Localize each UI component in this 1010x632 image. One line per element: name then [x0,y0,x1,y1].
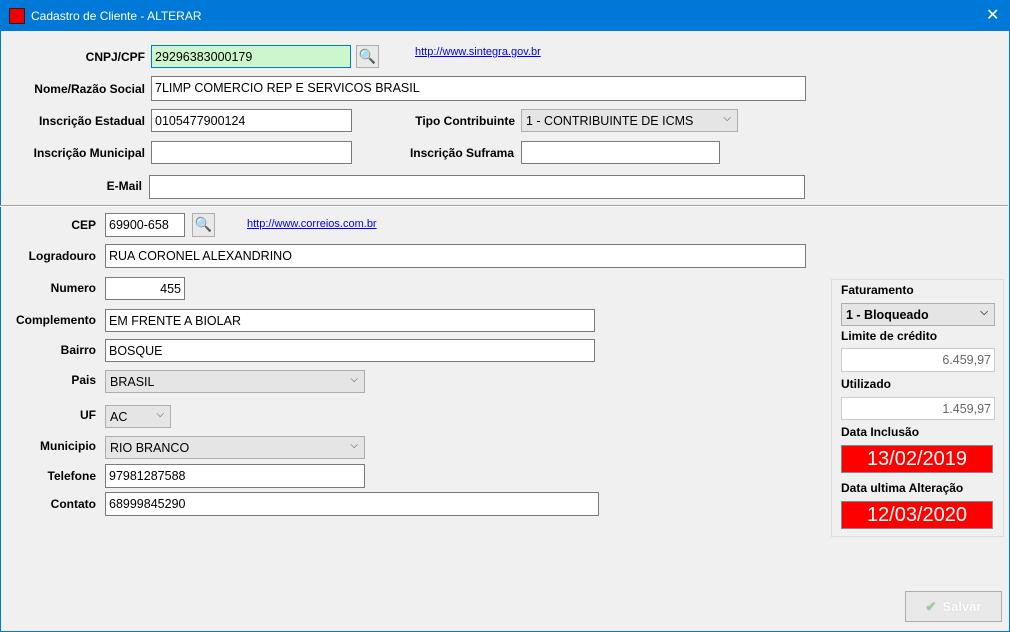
municipio-select[interactable]: RIO BRANCO ⌵ [105,436,365,459]
label-limite: Limite de crédito [841,329,938,343]
label-suframa: Inscrição Suframa [409,146,514,160]
sintegra-link[interactable]: http://www.sintegra.gov.br [415,46,541,58]
data-alteracao: 12/03/2020 [841,501,993,529]
search-cep-button[interactable]: 🔍 [192,213,215,237]
suframa-input[interactable] [521,141,720,164]
tipo-contribuinte-select[interactable]: 1 - CONTRIBUINTE DE ICMS ⌵ [521,109,738,132]
label-municipio: Municipio [40,439,96,453]
label-im: Inscrição Municipal [33,146,145,160]
chevron-down-icon: ⌵ [350,374,358,385]
label-cnpj: CNPJ/CPF [85,50,145,64]
label-bairro: Bairro [60,343,96,357]
faturamento-select[interactable]: 1 - Bloqueado ⌵ [841,303,995,326]
cnpj-input[interactable]: 29296383000179 [151,45,351,68]
label-inclusao: Data Inclusão [841,425,920,439]
title-bar: Cadastro de Cliente - ALTERAR ✕ [0,0,1010,31]
window-title: Cadastro de Cliente - ALTERAR [31,9,202,23]
correios-link[interactable]: http://www.correios.com.br [247,218,377,230]
chevron-down-icon: ⌵ [350,440,358,451]
municipio-value: RIO BRANCO [110,441,190,455]
label-utilizado: Utilizado [841,377,891,391]
label-logradouro: Logradouro [28,249,96,263]
contato-input[interactable]: 68999845290 [105,492,599,516]
label-complemento: Complemento [15,313,96,327]
logradouro-input[interactable]: RUA CORONEL ALEXANDRINO [105,244,806,268]
pais-value: BRASIL [110,375,155,389]
search-icon: 🔍 [358,48,377,64]
telefone-input[interactable]: 97981287588 [105,464,365,488]
label-cep: CEP [71,218,96,232]
ie-input[interactable]: 0105477900124 [151,109,352,132]
label-uf: UF [80,408,96,422]
label-contato: Contato [50,497,96,511]
uf-select[interactable]: AC ⌵ [105,405,171,428]
chevron-down-icon: ⌵ [723,113,731,124]
bairro-input[interactable]: BOSQUE [105,339,595,362]
tipo-value: 1 - CONTRIBUINTE DE ICMS [526,114,694,128]
utilizado-input[interactable]: 1.459,97 [841,397,995,420]
divider [0,205,1008,207]
label-alteracao: Data ultima Alteração [841,481,964,495]
data-inclusao: 13/02/2019 [841,445,993,473]
faturamento-value: 1 - Bloqueado [846,308,929,322]
uf-value: AC [110,410,128,424]
label-pais: Pais [71,373,96,387]
complemento-input[interactable]: EM FRENTE A BIOLAR [105,309,595,332]
pais-select[interactable]: BRASIL ⌵ [105,370,365,393]
chevron-down-icon: ⌵ [980,307,988,318]
search-cnpj-button[interactable]: 🔍 [356,45,379,68]
chevron-down-icon: ⌵ [156,409,164,420]
cep-input[interactable]: 69900-658 [105,213,185,237]
email-input[interactable] [149,175,805,199]
label-email: E-Mail [106,179,142,193]
im-input[interactable] [151,141,352,164]
salvar-button[interactable]: ✔ Salvar [905,591,1002,622]
label-telefone: Telefone [47,469,96,483]
label-numero: Numero [50,281,96,295]
label-faturamento: Faturamento [841,283,914,297]
app-icon [9,8,25,24]
check-icon: ✔ [925,599,937,614]
salvar-label: Salvar [942,599,982,614]
close-icon[interactable]: ✕ [986,5,999,25]
label-ie: Inscrição Estadual [38,114,145,128]
limite-input[interactable]: 6.459,97 [841,348,995,372]
search-icon: 🔍 [194,216,213,232]
label-tipo: Tipo Contribuinte [415,114,515,128]
label-nome: Nome/Razão Social [34,82,145,96]
numero-input[interactable]: 455 [105,277,185,300]
nome-input[interactable]: 7LIMP COMERCIO REP E SERVICOS BRASIL [151,76,806,101]
